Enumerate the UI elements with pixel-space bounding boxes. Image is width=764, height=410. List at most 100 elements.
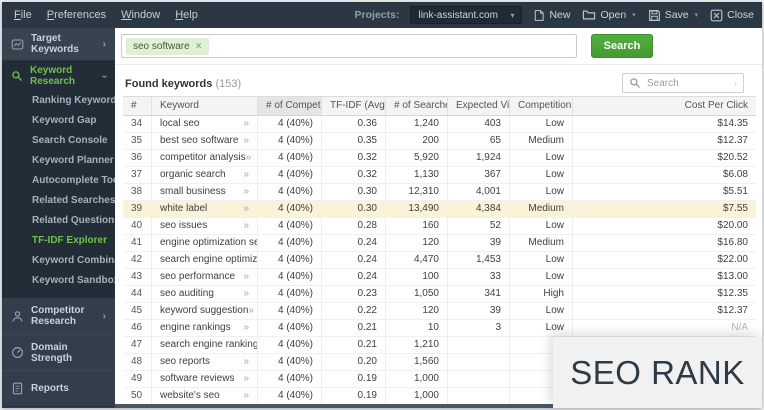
table-row[interactable]: 43 seo performance » 4 (40%) 0.24 100 33 Low $13… xyxy=(123,269,756,286)
expand-icon[interactable]: » xyxy=(243,184,249,200)
cell-competition: Low xyxy=(509,116,572,132)
sidebar-item-domain-strength[interactable]: Domain Strength xyxy=(2,334,115,371)
open-button[interactable]: Open ▾ xyxy=(582,9,636,21)
column-header-tf-idf-avg[interactable]: TF-IDF (Avg) xyxy=(321,97,385,115)
sidebar-item-tf-idf-explorer[interactable]: TF-IDF Explorer xyxy=(2,231,115,251)
expand-icon[interactable]: » xyxy=(243,269,249,285)
save-button[interactable]: Save ▾ xyxy=(648,9,698,22)
new-button[interactable]: New xyxy=(533,9,570,22)
projects-label: Projects: xyxy=(354,9,400,21)
expand-icon[interactable]: » xyxy=(243,201,249,217)
cell-keyword[interactable]: best seo software » xyxy=(151,133,257,149)
sidebar-item-competitor-research[interactable]: Competitor Research › xyxy=(2,298,115,335)
button-label: Close xyxy=(727,9,754,21)
sidebar-item-keyword-sandbox[interactable]: Keyword Sandbox xyxy=(2,271,115,291)
table-row[interactable]: 34 local seo » 4 (40%) 0.36 1,240 403 Low $14.35 xyxy=(123,116,756,133)
table-row[interactable]: 38 small business » 4 (40%) 0.30 12,310 4,001 L… xyxy=(123,184,756,201)
sidebar-item-target-keywords[interactable]: Target Keywords › xyxy=(2,28,115,61)
cell-keyword[interactable]: organic search » xyxy=(151,167,257,183)
table-row[interactable]: 36 competitor analysis» 4 (40%) 0.32 5,920 1,… xyxy=(123,150,756,167)
expand-icon[interactable]: » xyxy=(243,388,249,404)
sidebar-item-keyword-combinations[interactable]: Keyword Combinations xyxy=(2,251,115,271)
search-button[interactable]: Search xyxy=(591,34,653,58)
expand-icon[interactable]: » xyxy=(243,218,249,234)
expand-icon[interactable]: » xyxy=(248,303,254,319)
expand-icon[interactable]: » xyxy=(243,354,249,370)
keyword-search-input[interactable]: seo software × xyxy=(121,34,577,58)
cell-cost-per-click: $14.35 xyxy=(572,116,756,132)
cell-keyword[interactable]: seo issues » xyxy=(151,218,257,234)
menu-item-help[interactable]: Help xyxy=(175,9,198,21)
cell-of-searches: 1,000 xyxy=(385,371,447,387)
cell-keyword[interactable]: search engine rankings» xyxy=(151,337,257,353)
sidebar-item-ranking-keywords[interactable]: Ranking Keywords xyxy=(2,91,115,111)
table-row[interactable]: 39 white label » 4 (40%) 0.30 13,490 4,384 Medi… xyxy=(123,201,756,218)
project-select-value: link-assistant.com xyxy=(418,9,498,21)
menu-item-preferences[interactable]: Preferences xyxy=(47,9,106,21)
table-row[interactable]: 45 keyword suggestion» 4 (40%) 0.22 120 39 Low… xyxy=(123,303,756,320)
expand-icon[interactable]: » xyxy=(246,150,252,166)
cell-of-searches: 160 xyxy=(385,218,447,234)
menu-item-window[interactable]: Window xyxy=(121,9,160,21)
remove-tag-icon[interactable]: × xyxy=(196,41,202,52)
menu-item-file[interactable]: File xyxy=(14,9,32,21)
cell-expected-visits: 367 xyxy=(447,167,509,183)
chevron-down-icon[interactable]: ▾ xyxy=(695,11,699,19)
cell-keyword[interactable]: seo performance » xyxy=(151,269,257,285)
sidebar-bottom-items: Competitor Research › Domain Strength Repor… xyxy=(2,298,115,407)
table-row[interactable]: 35 best seo software » 4 (40%) 0.35 200 65 Medi… xyxy=(123,133,756,150)
sidebar-item-related-questions[interactable]: Related Questions xyxy=(2,211,115,231)
table-filter-input[interactable]: Search › xyxy=(622,73,744,93)
cell-keyword[interactable]: engine rankings » xyxy=(151,320,257,336)
column-header-competition[interactable]: Competition xyxy=(509,97,572,115)
expand-icon[interactable]: » xyxy=(243,133,249,149)
expand-icon[interactable]: » xyxy=(243,116,249,132)
cell-: 50 xyxy=(131,390,143,401)
cell-keyword[interactable]: white label » xyxy=(151,201,257,217)
table-row[interactable]: 44 seo auditing » 4 (40%) 0.23 1,050 341 High $1… xyxy=(123,286,756,303)
sidebar-item-autocomplete-tools[interactable]: Autocomplete Tools xyxy=(2,171,115,191)
cell-cost-per-click: $13.00 xyxy=(572,269,756,285)
cell-keyword[interactable]: competitor analysis» xyxy=(151,150,257,166)
column-header-of-searches[interactable]: # of Searches xyxy=(385,97,447,115)
cell-keyword[interactable]: seo reports » xyxy=(151,354,257,370)
expand-icon[interactable]: » xyxy=(243,286,249,302)
sidebar-item-search-console[interactable]: Search Console xyxy=(2,131,115,151)
column-header-expected-visits[interactable]: Expected Visits xyxy=(447,97,509,115)
keyword-text: competitor analysis xyxy=(160,152,246,163)
sidebar-item-reports[interactable]: Reports xyxy=(2,370,115,407)
project-select[interactable]: link-assistant.com ▾ xyxy=(410,6,523,24)
sidebar-item-keyword-planner[interactable]: Keyword Planner xyxy=(2,151,115,171)
table-row[interactable]: 37 organic search » 4 (40%) 0.32 1,130 367 Low $… xyxy=(123,167,756,184)
column-header-[interactable]: # xyxy=(123,97,151,115)
cell-keyword[interactable]: engine optimization seo» xyxy=(151,235,257,251)
expand-icon[interactable]: » xyxy=(243,167,249,183)
cell-keyword[interactable]: seo auditing » xyxy=(151,286,257,302)
cell-keyword[interactable]: keyword suggestion» xyxy=(151,303,257,319)
sidebar-item-related-searches[interactable]: Related Searches xyxy=(2,191,115,211)
cell-keyword[interactable]: small business » xyxy=(151,184,257,200)
table-row[interactable]: 41 engine optimization seo»4 (40%)0.24120… xyxy=(123,235,756,252)
chevron-down-icon[interactable]: ▾ xyxy=(632,11,636,19)
column-header-of-competitors[interactable]: # of Competitors▾ xyxy=(257,97,321,115)
keyword-text: white label xyxy=(160,203,208,214)
cell-keyword[interactable]: local seo » xyxy=(151,116,257,132)
table-row[interactable]: 40 seo issues » 4 (40%) 0.28 160 52 Low $20.00 xyxy=(123,218,756,235)
sidebar-item-keyword-gap[interactable]: Keyword Gap xyxy=(2,111,115,131)
expand-icon[interactable]: » xyxy=(243,320,249,336)
cell-of-competitors: 4 (40%) xyxy=(257,320,321,336)
cell-expected-visits xyxy=(447,388,509,404)
close-button[interactable]: Close xyxy=(710,9,754,22)
expand-icon[interactable]: » xyxy=(243,371,249,387)
column-header-keyword[interactable]: Keyword xyxy=(151,97,257,115)
cell-keyword[interactable]: search engine optimization seo» xyxy=(151,252,257,268)
cell-expected-visits: 65 xyxy=(447,133,509,149)
column-header-cost-per-click[interactable]: Cost Per Click xyxy=(572,97,756,115)
cell-tf-idf-avg: 0.28 xyxy=(321,218,385,234)
sidebar-item-keyword-research[interactable]: Keyword Research › xyxy=(2,61,115,91)
keyword-text: search engine optimization seo xyxy=(160,254,257,265)
table-row[interactable]: 46 engine rankings » 4 (40%) 0.21 10 3 Low N/A xyxy=(123,320,756,337)
cell-keyword[interactable]: website's seo » xyxy=(151,388,257,404)
table-row[interactable]: 42 search engine optimization seo»4 (40%)… xyxy=(123,252,756,269)
cell-keyword[interactable]: software reviews » xyxy=(151,371,257,387)
